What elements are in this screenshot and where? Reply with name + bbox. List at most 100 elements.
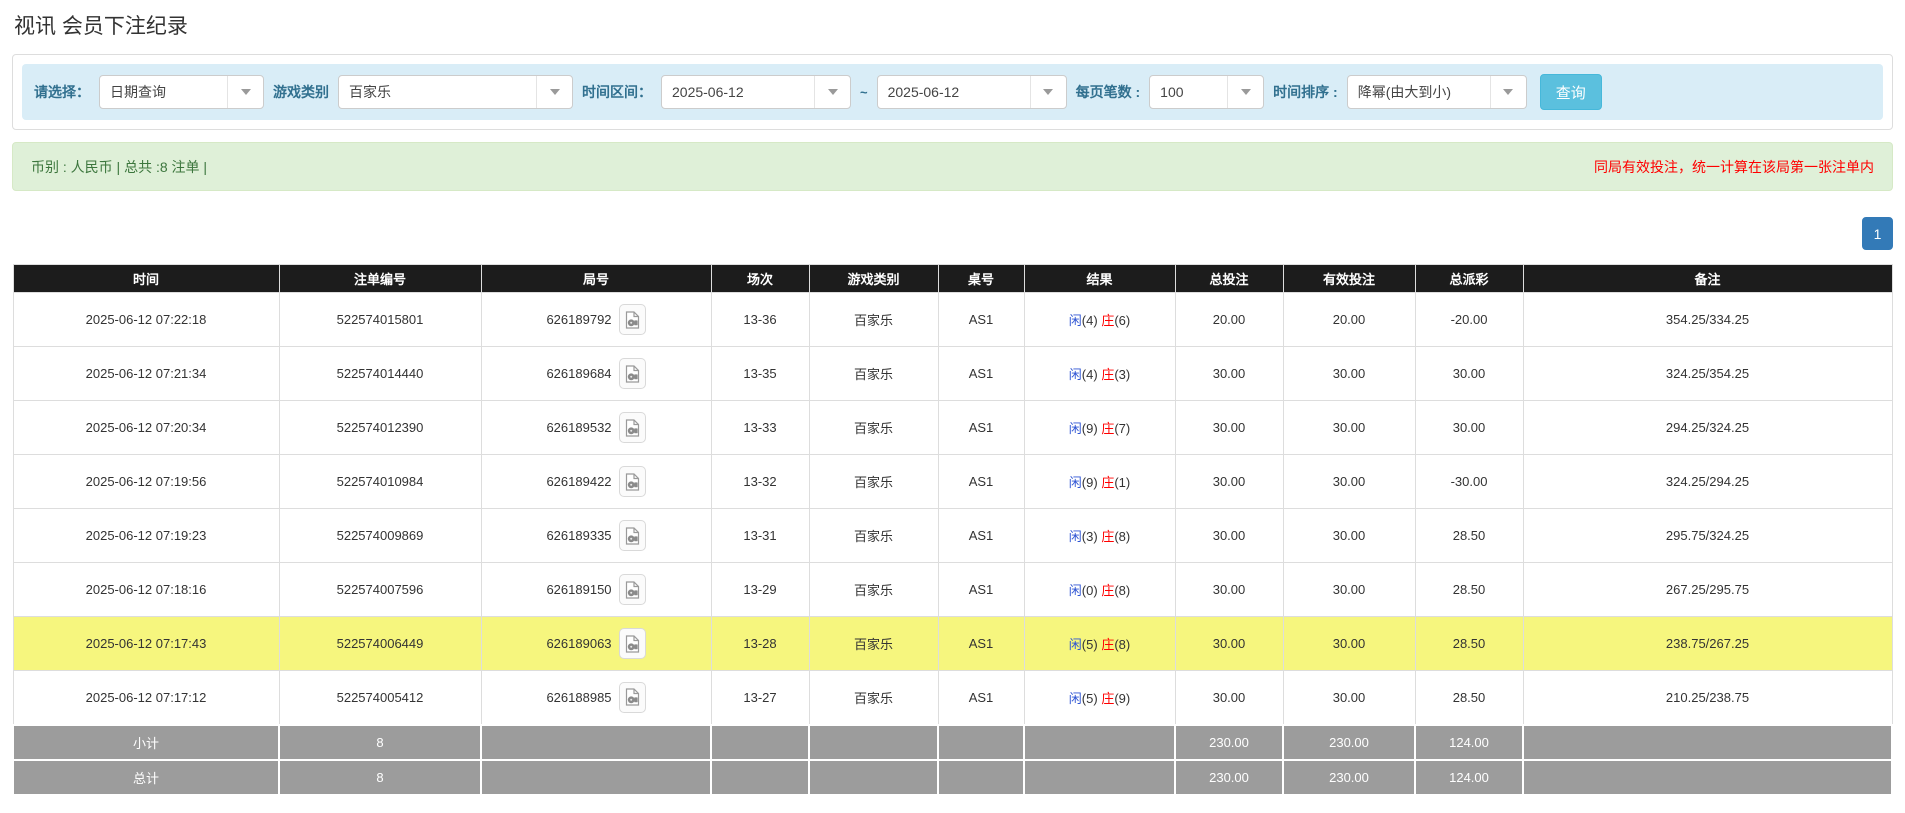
- cell-time: 2025-06-12 07:19:23: [12, 508, 280, 563]
- result-player-score: (9): [1081, 475, 1098, 490]
- round-number: 626189150: [546, 582, 612, 597]
- page-root: 视讯 会员下注纪录 请选择： 日期查询 游戏类别 百家乐 时间区间： 2025-…: [0, 10, 1905, 796]
- game-type-select[interactable]: 百家乐: [338, 75, 573, 109]
- page-title: 视讯 会员下注纪录: [14, 15, 188, 38]
- sum-count: 8: [278, 758, 482, 796]
- sort-order-select[interactable]: 降幂(由大到小): [1346, 75, 1527, 109]
- result-player-score: (4): [1081, 367, 1098, 382]
- cell-game-type: 百家乐: [808, 400, 939, 455]
- chevron-down-icon: [1029, 76, 1066, 108]
- cell-round-no: 626189684: [480, 346, 712, 401]
- video-replay-icon[interactable]: [618, 574, 646, 605]
- sum-valid-bet: 230.00: [1282, 758, 1416, 796]
- video-replay-icon[interactable]: [618, 628, 646, 659]
- video-replay-icon[interactable]: [618, 681, 646, 713]
- cell-round-no: 626189532: [480, 400, 712, 455]
- result-banker-label: 庄: [1101, 529, 1115, 544]
- range-separator: ~: [860, 84, 868, 100]
- result-banker-score: (8): [1114, 583, 1131, 598]
- cell-session: 13-32: [710, 454, 810, 509]
- cell-session: 13-35: [710, 346, 810, 401]
- sort-label: 时间排序 :: [1273, 84, 1338, 100]
- column-header: 桌号: [937, 264, 1025, 293]
- date-to-select[interactable]: 2025-06-12: [876, 75, 1067, 109]
- chevron-down-icon: [536, 76, 572, 108]
- cell-table-no: AS1: [937, 508, 1025, 563]
- table-row: 2025-06-12 07:21:34 522574014440 6261896…: [12, 346, 1893, 401]
- cell-result: 闲(5) 庄(9): [1023, 670, 1176, 725]
- result-banker-label: 庄: [1101, 690, 1115, 706]
- cell-valid-bet: 20.00: [1282, 292, 1416, 347]
- result-player-score: (3): [1081, 529, 1098, 544]
- video-replay-icon[interactable]: [618, 412, 646, 443]
- cell-round-no: 626188985: [480, 670, 712, 725]
- cell-result: 闲(4) 庄(6): [1023, 292, 1176, 347]
- column-header: 时间: [12, 264, 280, 293]
- cell-game-type: 百家乐: [808, 616, 939, 671]
- result-player-score: (9): [1081, 421, 1098, 436]
- cell-remark: 324.25/294.25: [1522, 454, 1893, 509]
- cell-bet-no: 522574015801: [278, 292, 482, 347]
- video-replay-icon[interactable]: [618, 520, 646, 551]
- per-page-select[interactable]: 100: [1149, 75, 1265, 109]
- page-button-1[interactable]: 1: [1862, 217, 1893, 250]
- chevron-down-icon: [1227, 76, 1263, 108]
- cell-time: 2025-06-12 07:17:12: [12, 670, 280, 725]
- pagination: 1: [12, 217, 1893, 251]
- search-button[interactable]: 查询: [1539, 74, 1602, 110]
- cell-valid-bet: 30.00: [1282, 454, 1416, 509]
- cell-payout: 28.50: [1414, 616, 1524, 671]
- result-player-label: 闲: [1068, 313, 1082, 328]
- filter-panel: 请选择： 日期查询 游戏类别 百家乐 时间区间： 2025-06-12 ~ 20…: [12, 54, 1893, 130]
- cell-result: 闲(4) 庄(3): [1023, 346, 1176, 401]
- cell-bet-no: 522574007596: [278, 562, 482, 617]
- round-number: 626189532: [546, 420, 612, 435]
- cell-session: 13-28: [710, 616, 810, 671]
- cell-time: 2025-06-12 07:17:43: [12, 616, 280, 671]
- sum-label: 小计: [12, 723, 280, 761]
- column-header: 结果: [1023, 264, 1176, 293]
- cell-result: 闲(0) 庄(8): [1023, 562, 1176, 617]
- column-header: 有效投注: [1282, 264, 1416, 293]
- time-range-label: 时间区间：: [582, 84, 652, 100]
- cell-payout: 30.00: [1414, 346, 1524, 401]
- column-header: 总投注: [1174, 264, 1284, 293]
- round-number: 626189792: [546, 312, 612, 327]
- result-banker-score: (6): [1114, 313, 1131, 328]
- query-type-select[interactable]: 日期查询: [99, 75, 264, 109]
- cell-payout: 30.00: [1414, 400, 1524, 455]
- video-replay-icon[interactable]: [618, 304, 646, 335]
- cell-game-type: 百家乐: [808, 346, 939, 401]
- cell-bet-no: 522574012390: [278, 400, 482, 455]
- cell-table-no: AS1: [937, 292, 1025, 347]
- notice-text: 同局有效投注，统一计算在该局第一张注单内: [1594, 158, 1874, 175]
- cell-session: 13-31: [710, 508, 810, 563]
- video-replay-icon[interactable]: [618, 358, 646, 389]
- sum-payout: 124.00: [1414, 758, 1524, 796]
- date-from-select[interactable]: 2025-06-12: [661, 75, 851, 109]
- cell-round-no: 626189063: [480, 616, 712, 671]
- result-banker-score: (9): [1114, 690, 1131, 706]
- cell-total-bet: 30.00: [1174, 400, 1284, 455]
- query-type-value: 日期查询: [110, 84, 166, 100]
- result-player-score: (5): [1081, 690, 1098, 706]
- sum-total-bet: 230.00: [1174, 758, 1284, 796]
- cell-remark: 267.25/295.75: [1522, 562, 1893, 617]
- per-page-value: 100: [1160, 84, 1184, 100]
- cell-total-bet: 30.00: [1174, 616, 1284, 671]
- cell-round-no: 626189335: [480, 508, 712, 563]
- cell-time: 2025-06-12 07:20:34: [12, 400, 280, 455]
- summary-row: 小计 8 230.00 230.00 124.00: [12, 723, 1893, 761]
- column-header: 游戏类别: [808, 264, 939, 293]
- sort-order-value: 降幂(由大到小): [1357, 84, 1452, 100]
- cell-total-bet: 30.00: [1174, 346, 1284, 401]
- cell-valid-bet: 30.00: [1282, 670, 1416, 725]
- round-number: 626188985: [546, 689, 612, 705]
- video-replay-icon[interactable]: [618, 466, 646, 497]
- result-banker-label: 庄: [1101, 313, 1115, 328]
- cell-game-type: 百家乐: [808, 670, 939, 725]
- cell-session: 13-33: [710, 400, 810, 455]
- result-player-label: 闲: [1068, 421, 1082, 436]
- cell-result: 闲(5) 庄(8): [1023, 616, 1176, 671]
- result-player-label: 闲: [1068, 637, 1082, 652]
